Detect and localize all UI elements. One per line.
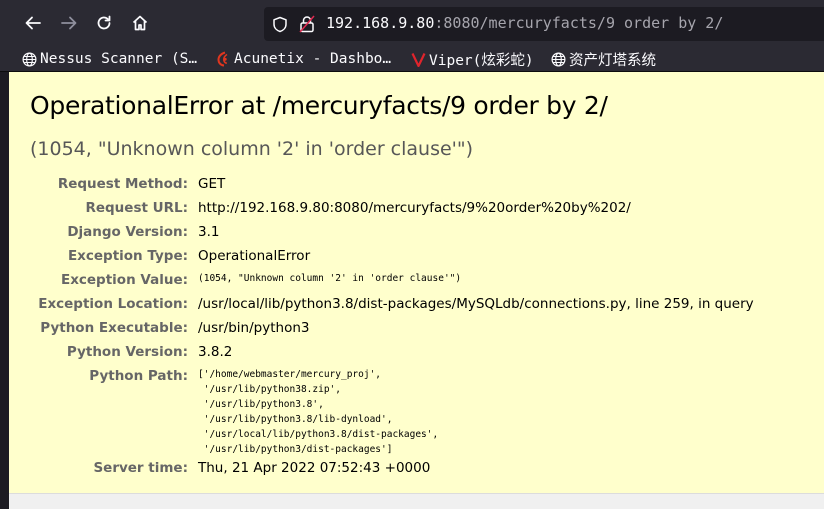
- meta-value: OperationalError: [198, 248, 311, 264]
- url-text[interactable]: 192.168.9.80:8080/mercuryfacts/9 order b…: [326, 14, 723, 32]
- back-arrow-icon: [25, 16, 41, 30]
- meta-value: Thu, 21 Apr 2022 07:52:43 +0000: [198, 460, 431, 476]
- bookmark-label: Acunetix - Dashbo…: [234, 51, 392, 67]
- bookmark-label: Viper(炫彩蛇): [429, 52, 534, 69]
- meta-label: Request URL:: [85, 200, 188, 216]
- meta-label: Exception Location:: [38, 296, 188, 312]
- bookmark-asset-lighthouse[interactable]: 资产灯塔系统: [551, 49, 656, 69]
- meta-label: Server time:: [93, 460, 188, 476]
- meta-label: Python Executable:: [40, 320, 188, 336]
- meta-label: Request Method:: [57, 176, 188, 192]
- meta-label: Python Version:: [66, 344, 188, 360]
- shield-icon[interactable]: [272, 16, 288, 33]
- globe-icon: [22, 52, 37, 67]
- home-icon: [132, 15, 148, 31]
- traceback-section-edge: [9, 493, 824, 509]
- meta-value: http://192.168.9.80:8080/mercuryfacts/9%…: [198, 200, 631, 216]
- bookmark-viper[interactable]: Viper(炫彩蛇): [411, 49, 534, 69]
- meta-label: Python Path:: [89, 368, 188, 384]
- meta-label: Exception Value:: [60, 272, 188, 288]
- bookmark-label: 资产灯塔系统: [569, 52, 656, 69]
- acunetix-icon: [216, 51, 231, 67]
- bookmarks-bar: Nessus Scanner (S… Acunetix - Dashbo… Vi…: [0, 46, 824, 72]
- meta-label: Exception Type:: [67, 248, 188, 264]
- insecure-lock-icon[interactable]: [299, 15, 315, 33]
- bookmark-nessus[interactable]: Nessus Scanner (S…: [22, 49, 197, 69]
- meta-label: Django Version:: [67, 224, 188, 240]
- meta-value: /usr/local/lib/python3.8/dist-packages/M…: [198, 296, 754, 312]
- meta-value: ['/home/webmaster/mercury_proj', '/usr/l…: [198, 369, 439, 455]
- error-value: (1054, "Unknown column '2' in 'order cla…: [30, 138, 474, 160]
- url-path: :8080/mercuryfacts/9 order by 2/: [434, 14, 724, 32]
- meta-value: GET: [198, 176, 226, 192]
- browser-toolbar: 192.168.9.80:8080/mercuryfacts/9 order b…: [0, 0, 824, 46]
- meta-value: (1054, "Unknown column '2' in 'order cla…: [198, 273, 462, 284]
- forward-button[interactable]: [54, 8, 84, 38]
- home-button[interactable]: [125, 8, 155, 38]
- reload-icon: [97, 15, 111, 30]
- reload-button[interactable]: [89, 8, 119, 38]
- bookmark-acunetix[interactable]: Acunetix - Dashbo…: [216, 49, 391, 69]
- meta-value: /usr/bin/python3: [198, 320, 310, 336]
- meta-value: 3.8.2: [198, 344, 233, 360]
- back-button[interactable]: [18, 8, 48, 38]
- viper-icon: [411, 52, 426, 67]
- forward-arrow-icon: [61, 16, 77, 30]
- address-bar[interactable]: 192.168.9.80:8080/mercuryfacts/9 order b…: [264, 7, 824, 41]
- page-left-edge: [0, 72, 9, 509]
- globe-icon: [551, 52, 566, 67]
- bookmark-label: Nessus Scanner (S…: [40, 51, 198, 67]
- django-error-summary: OperationalError at /mercuryfacts/9 orde…: [9, 72, 824, 509]
- error-title: OperationalError at /mercuryfacts/9 orde…: [30, 91, 608, 120]
- meta-value: 3.1: [198, 224, 220, 240]
- url-host: 192.168.9.80: [326, 14, 435, 32]
